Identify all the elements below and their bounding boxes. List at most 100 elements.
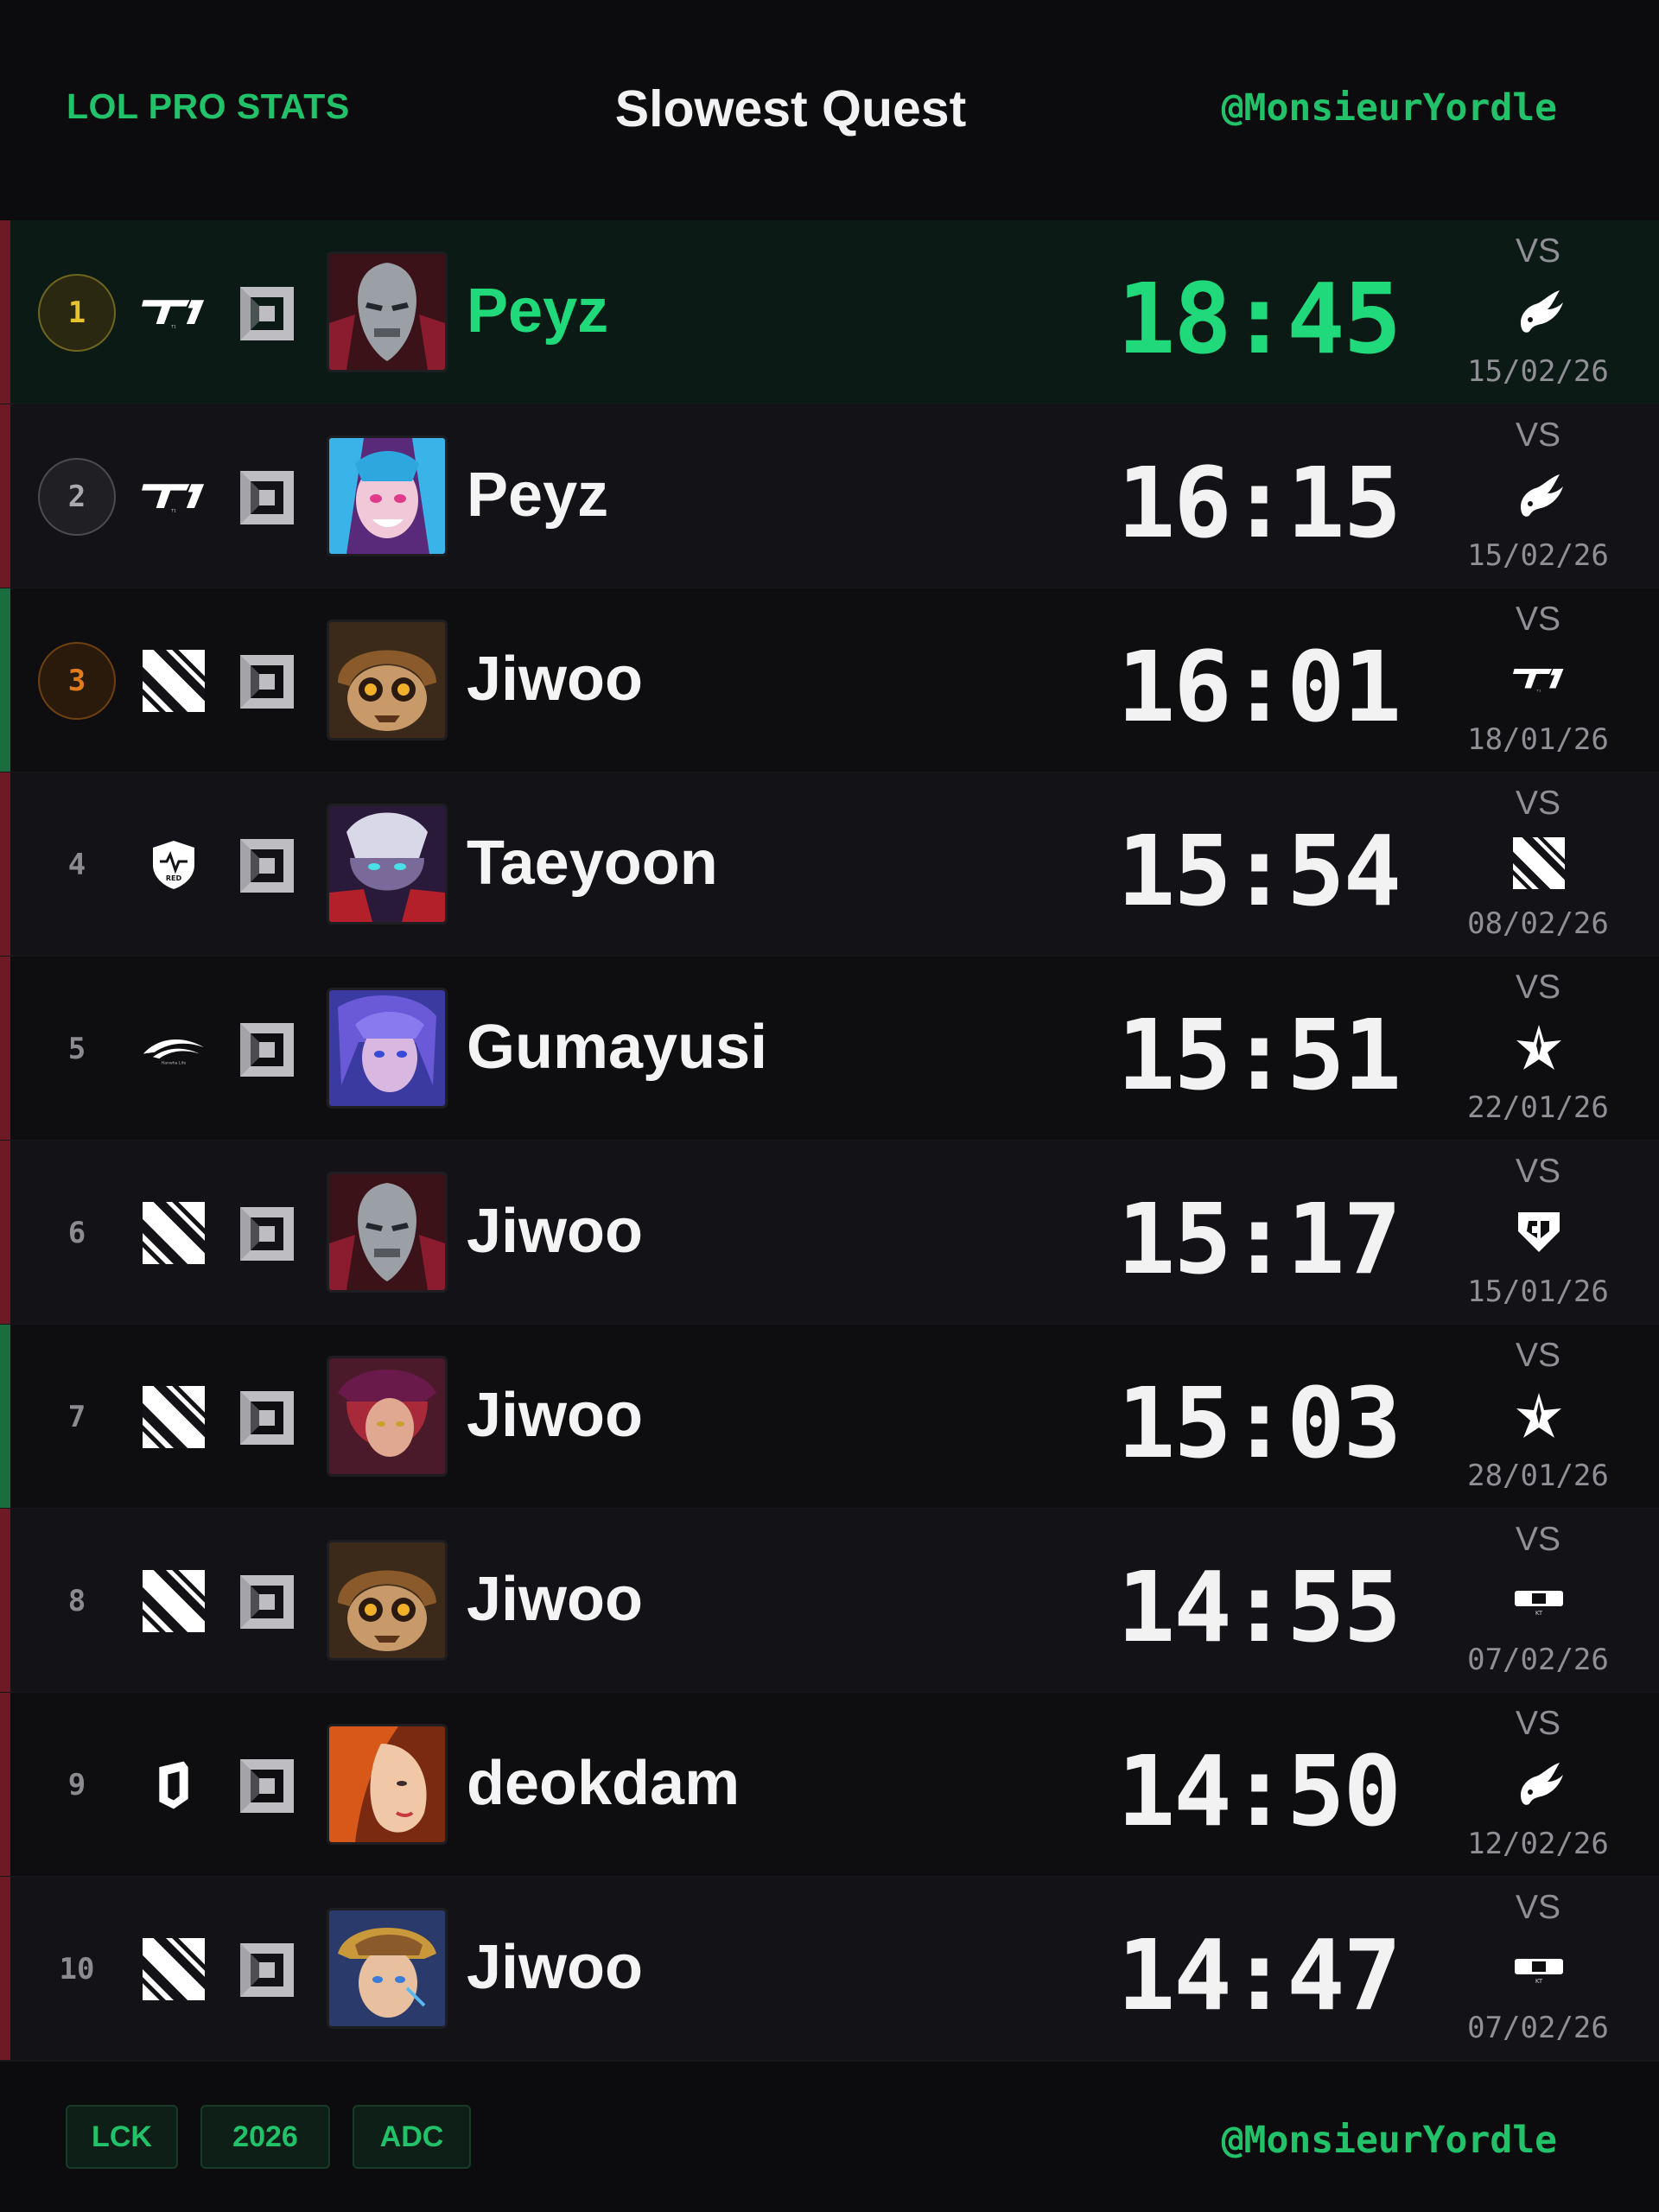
player-name[interactable]: Peyz <box>467 276 608 346</box>
champion-portrait <box>327 251 448 372</box>
player-name[interactable]: Jiwoo <box>467 644 643 715</box>
player-name[interactable]: Peyz <box>467 460 608 531</box>
leaderboard-row[interactable]: 9 deokdam 14:50 VS 12/02/26 <box>0 1693 1659 1877</box>
match-date: 12/02/26 <box>1467 1827 1609 1861</box>
role-icon <box>240 1943 294 1997</box>
stripes-logo-icon <box>138 1201 209 1265</box>
match-date: 28/01/26 <box>1467 1459 1609 1493</box>
leaderboard-row[interactable]: 1 Peyz 18:45 VS 15/02/26 <box>0 220 1659 404</box>
role-icon <box>240 287 294 340</box>
match-date: 15/01/26 <box>1467 1274 1609 1309</box>
leaderboard-row[interactable]: 4 Taeyoon 15:54 VS 08/02/26 <box>0 772 1659 957</box>
match-date: 22/01/26 <box>1467 1090 1609 1125</box>
role-icon <box>240 1759 294 1813</box>
d-shield-logo-icon <box>138 1753 209 1817</box>
champion-portrait <box>327 804 448 925</box>
role-icon <box>240 1391 294 1445</box>
match-date: 15/02/26 <box>1467 354 1609 389</box>
role-tag[interactable]: ADC <box>353 2105 471 2169</box>
author-handle[interactable]: @MonsieurYordle <box>1222 86 1557 130</box>
player-name[interactable]: Gumayusi <box>467 1012 767 1083</box>
role-icon <box>240 839 294 893</box>
result-bar <box>0 1141 10 1324</box>
champion-portrait <box>327 1908 448 2029</box>
vs-label: VS <box>1515 601 1561 638</box>
rabbit-logo-icon <box>1510 283 1567 340</box>
shield-logo-icon <box>138 833 209 897</box>
result-bar <box>0 1509 10 1692</box>
vs-label: VS <box>1515 232 1561 270</box>
champion-portrait <box>327 1356 448 1477</box>
vs-label: VS <box>1515 785 1561 822</box>
rank-number: 6 <box>67 1216 86 1250</box>
stripes-logo-icon <box>138 1385 209 1449</box>
champion-portrait <box>327 1172 448 1293</box>
league-tag[interactable]: LCK <box>66 2105 178 2169</box>
role-icon <box>240 471 294 524</box>
quest-time: 16:15 <box>1116 448 1402 560</box>
champion-portrait <box>327 620 448 741</box>
result-bar <box>0 772 10 956</box>
player-name[interactable]: Jiwoo <box>467 1196 643 1267</box>
role-icon <box>240 1575 294 1629</box>
rank-number: 8 <box>67 1584 86 1618</box>
champion-portrait <box>327 1724 448 1845</box>
leaderboard-row[interactable]: 2 Peyz 16:15 VS 15/02/26 <box>0 404 1659 588</box>
vs-label: VS <box>1515 1521 1561 1558</box>
quest-time: 15:17 <box>1116 1184 1402 1296</box>
quest-time: 14:47 <box>1116 1920 1402 2032</box>
t1-logo-icon <box>138 281 209 345</box>
geng-logo-icon <box>1510 1203 1567 1260</box>
rank-number: 7 <box>67 1400 86 1434</box>
rabbit-logo-icon <box>1510 1755 1567 1812</box>
player-name[interactable]: deokdam <box>467 1748 740 1819</box>
champion-portrait <box>327 435 448 556</box>
leaderboard-row[interactable]: 6 Jiwoo 15:17 VS 15/01/26 <box>0 1141 1659 1325</box>
result-bar <box>0 588 10 772</box>
stripes-logo-icon <box>138 649 209 713</box>
quest-time: 15:03 <box>1116 1368 1402 1480</box>
leaderboard-row[interactable]: 7 Jiwoo 15:03 VS 28/01/26 <box>0 1325 1659 1509</box>
kt-logo-icon <box>1510 1939 1567 1996</box>
champion-portrait <box>327 988 448 1109</box>
stripes-logo-icon <box>138 1937 209 2001</box>
leaderboard-row[interactable]: 8 Jiwoo 14:55 VS 07/02/26 <box>0 1509 1659 1693</box>
star-logo-icon <box>1510 1019 1567 1076</box>
leaderboard-row[interactable]: 10 Jiwoo 14:47 VS 07/02/26 <box>0 1877 1659 2061</box>
rank-number: 4 <box>67 848 86 882</box>
champion-portrait <box>327 1540 448 1661</box>
vs-label: VS <box>1515 969 1561 1006</box>
rank-badge: 2 <box>38 458 116 536</box>
quest-time: 14:55 <box>1116 1552 1402 1664</box>
header: LOL PRO STATS Slowest Quest @MonsieurYor… <box>0 0 1659 220</box>
year-tag[interactable]: 2026 <box>200 2105 330 2169</box>
result-bar <box>0 404 10 588</box>
t1-logo-icon <box>1510 651 1567 708</box>
player-name[interactable]: Taeyoon <box>467 828 718 899</box>
result-bar <box>0 1877 10 2060</box>
vs-label: VS <box>1515 1337 1561 1374</box>
result-bar <box>0 1325 10 1508</box>
vs-label: VS <box>1515 416 1561 454</box>
vs-label: VS <box>1515 1705 1561 1742</box>
rank-number: 5 <box>67 1032 86 1066</box>
quest-time: 15:54 <box>1116 816 1402 928</box>
match-date: 07/02/26 <box>1467 2011 1609 2045</box>
leaderboard-row[interactable]: 3 Jiwoo 16:01 VS 18/01/26 <box>0 588 1659 772</box>
quest-time: 16:01 <box>1116 632 1402 744</box>
player-name[interactable]: Jiwoo <box>467 1564 643 1635</box>
player-name[interactable]: Jiwoo <box>467 1380 643 1451</box>
rank-number: 10 <box>59 1952 95 1986</box>
result-bar <box>0 957 10 1140</box>
rabbit-logo-icon <box>1510 467 1567 524</box>
t1-logo-icon <box>138 465 209 529</box>
footer-handle[interactable]: @MonsieurYordle <box>1222 2119 1557 2162</box>
quest-time: 14:50 <box>1116 1736 1402 1848</box>
rank-badge: 3 <box>38 642 116 720</box>
player-name[interactable]: Jiwoo <box>467 1932 643 2003</box>
result-bar <box>0 1693 10 1876</box>
kt-logo-icon <box>1510 1571 1567 1628</box>
match-date: 07/02/26 <box>1467 1643 1609 1677</box>
leaderboard-row[interactable]: 5 Gumayusi 15:51 VS 22/01/26 <box>0 957 1659 1141</box>
role-icon <box>240 1207 294 1261</box>
